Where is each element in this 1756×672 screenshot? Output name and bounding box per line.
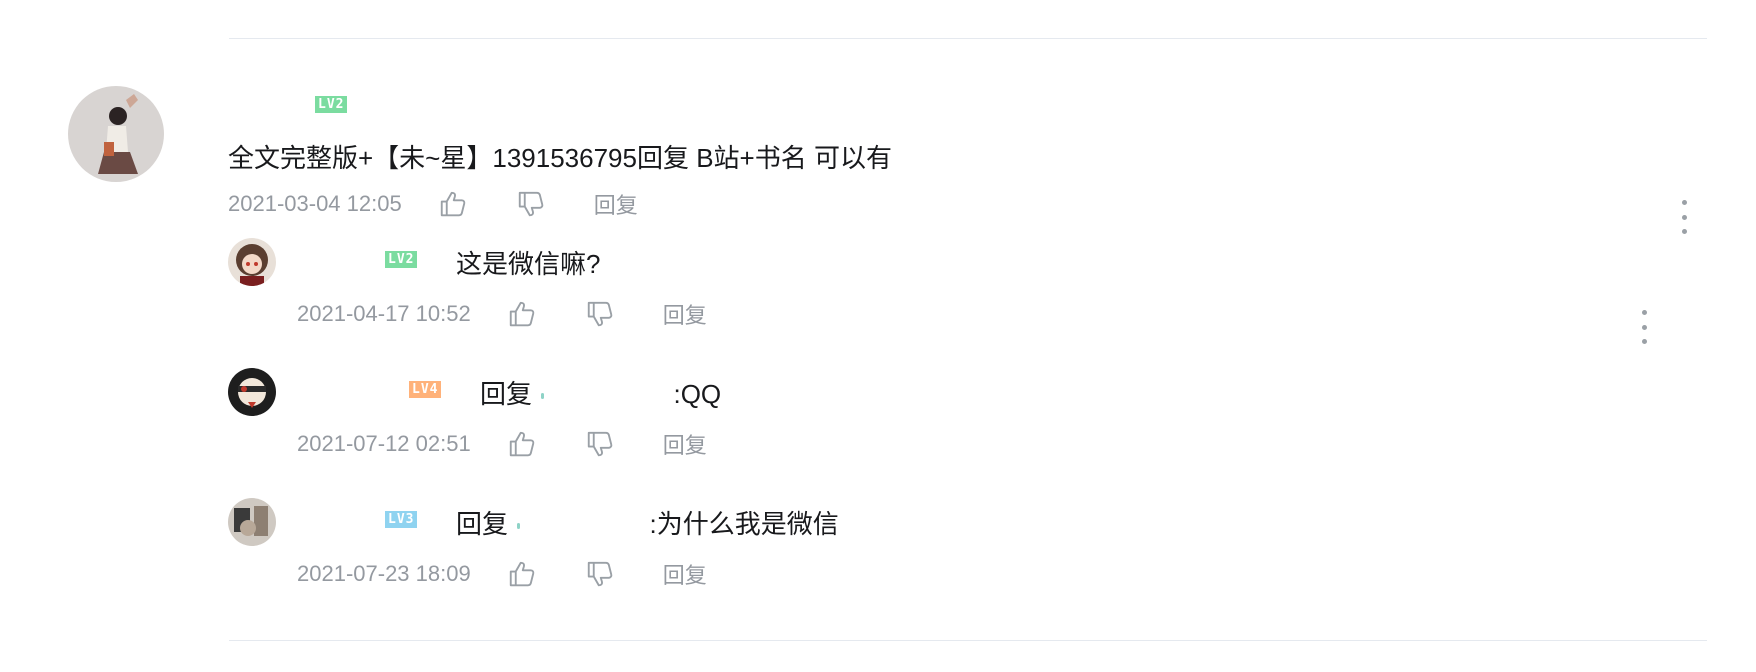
thumb-up-icon[interactable] bbox=[438, 189, 468, 219]
avatar[interactable] bbox=[68, 86, 164, 182]
reply-prefix: 回复 bbox=[456, 509, 509, 539]
reply-info: 2021-07-23 18:09 回复 bbox=[297, 558, 707, 590]
reply-info: 2021-04-17 10:52 回复 bbox=[297, 298, 707, 330]
reply-info: 2021-07-12 02:51 回复 bbox=[297, 428, 707, 460]
mention-marker bbox=[541, 393, 545, 400]
comment-time: 2021-03-04 12:05 bbox=[228, 191, 402, 216]
reply-content: :为什么我是微信 bbox=[649, 509, 839, 539]
reply-text: 这是微信嘛? bbox=[456, 249, 601, 279]
reply-button[interactable]: 回复 bbox=[663, 298, 707, 330]
thumb-up-icon[interactable] bbox=[507, 559, 537, 589]
level-badge: LV2 bbox=[385, 251, 418, 268]
more-vertical-icon[interactable] bbox=[1679, 200, 1689, 234]
level-badge: LV4 bbox=[409, 381, 442, 398]
reply-text: 回复 :为什么我是微信 bbox=[456, 504, 839, 541]
level-badge: LV2 bbox=[315, 96, 348, 113]
avatar[interactable] bbox=[228, 238, 276, 286]
avatar[interactable] bbox=[228, 498, 276, 546]
thumb-up-icon[interactable] bbox=[507, 429, 537, 459]
top-divider bbox=[229, 38, 1707, 39]
level-badge: LV3 bbox=[385, 511, 418, 528]
reply-time: 2021-04-17 10:52 bbox=[297, 301, 471, 326]
thumb-down-icon[interactable] bbox=[516, 189, 546, 219]
reply-time: 2021-07-12 02:51 bbox=[297, 431, 471, 456]
avatar[interactable] bbox=[228, 368, 276, 416]
reply-time: 2021-07-23 18:09 bbox=[297, 561, 471, 586]
bottom-divider bbox=[229, 640, 1707, 641]
thumb-up-icon[interactable] bbox=[507, 299, 537, 329]
reply-prefix: 回复 bbox=[480, 379, 533, 409]
reply-text: 回复 :QQ bbox=[480, 374, 721, 411]
thumb-down-icon[interactable] bbox=[585, 299, 615, 329]
mention-marker bbox=[517, 523, 521, 530]
comment-text: 全文完整版+【未~星】1391536795回复 B站+书名 可以有 bbox=[228, 143, 892, 173]
reply-button[interactable]: 回复 bbox=[594, 188, 638, 220]
thumb-down-icon[interactable] bbox=[585, 429, 615, 459]
more-vertical-icon[interactable] bbox=[1639, 310, 1649, 344]
reply-button[interactable]: 回复 bbox=[663, 558, 707, 590]
comment-info: 2021-03-04 12:05 回复 bbox=[228, 188, 638, 220]
thumb-down-icon[interactable] bbox=[585, 559, 615, 589]
reply-button[interactable]: 回复 bbox=[663, 428, 707, 460]
reply-content: :QQ bbox=[673, 379, 722, 409]
